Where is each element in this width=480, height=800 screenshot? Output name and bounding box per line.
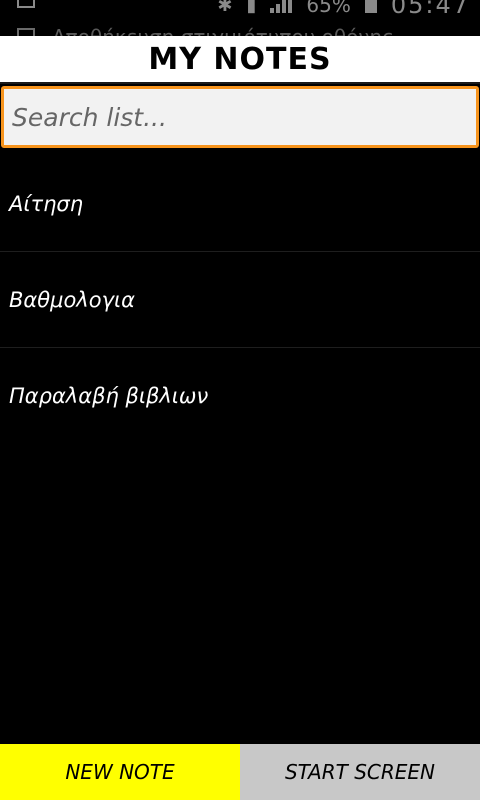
start-screen-button[interactable]: START SCREEN <box>240 744 480 800</box>
notification-checkbox-icon <box>17 28 35 36</box>
vibrate-icon: ▮ <box>246 0 257 16</box>
page-title: MY NOTES <box>148 41 332 77</box>
status-bar: Αποθήκευση στιγμιότυπου οθόνης... ✱ ▮ 65… <box>0 0 480 36</box>
signal-icon <box>270 0 293 13</box>
bluetooth-icon: ✱ <box>217 0 233 16</box>
title-bar: MY NOTES <box>0 36 480 84</box>
screenshot-icon <box>17 0 35 8</box>
bottom-bar: NEW NOTE START SCREEN <box>0 744 480 800</box>
search-input[interactable] <box>1 86 479 148</box>
list-item[interactable]: Παραλαβή βιβλιων <box>0 348 480 444</box>
battery-icon <box>364 0 377 13</box>
battery-percentage: 65% <box>306 0 351 17</box>
new-note-button[interactable]: NEW NOTE <box>0 744 240 800</box>
status-time: 05:47 <box>390 0 470 19</box>
status-notification-text: Αποθήκευση στιγμιότυπου οθόνης... <box>52 25 413 36</box>
search-container <box>0 84 480 150</box>
list-item[interactable]: Βαθμολογια <box>0 252 480 348</box>
list-item[interactable]: Αίτηση <box>0 156 480 252</box>
note-list: Αίτηση Βαθμολογια Παραλαβή βιβλιων <box>0 156 480 444</box>
status-icons: ✱ ▮ 65% 05:47 <box>217 0 470 19</box>
